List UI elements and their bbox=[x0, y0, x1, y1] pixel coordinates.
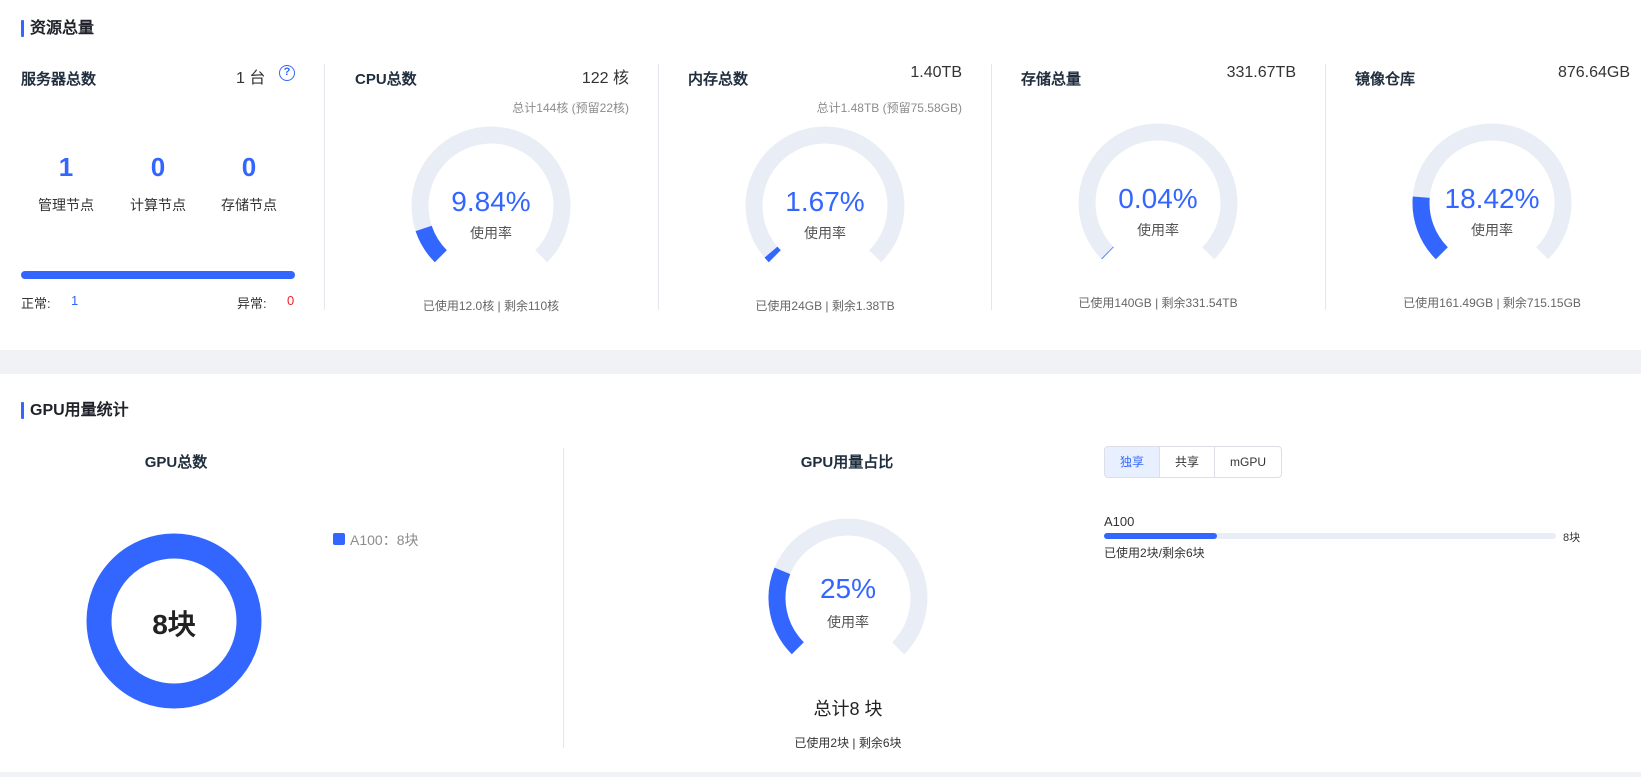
gpu-usage-total: 总计8 块 bbox=[813, 699, 883, 719]
cpu-gauge-percent: 9.84% bbox=[451, 186, 531, 217]
gpu-total-title: GPU总数 bbox=[144, 454, 208, 471]
server-health-fill bbox=[21, 271, 295, 279]
gauge-fill bbox=[764, 246, 781, 263]
node-label-manage: 管理节点 bbox=[38, 197, 94, 213]
abnormal-value: 0 bbox=[287, 293, 295, 308]
normal-label: 正常: bbox=[21, 296, 51, 311]
section-title-gpu: GPU用量统计 bbox=[21, 402, 129, 420]
storage-gauge-footer: 已使用140GB | 剩余331.54TB bbox=[1078, 296, 1238, 310]
legend-item-a100[interactable]: A100：8块 bbox=[350, 530, 418, 550]
storage-gauge-percent: 0.04% bbox=[1118, 183, 1198, 214]
gpu-usage-caption: 使用率 bbox=[827, 614, 869, 630]
memory-card-sub: 总计1.48TB (预留75.58GB) bbox=[816, 101, 962, 115]
cpu-card-sub: 总计144核 (预留22核) bbox=[512, 101, 629, 115]
registry-gauge-caption: 使用率 bbox=[1471, 222, 1513, 238]
gpu-bar-fill bbox=[1104, 533, 1217, 539]
divider bbox=[991, 64, 992, 310]
memory-gauge-percent: 1.67% bbox=[785, 186, 865, 217]
memory-gauge-footer: 已使用24GB | 剩余1.38TB bbox=[755, 299, 895, 313]
node-label-storage: 存储节点 bbox=[221, 197, 277, 213]
node-count-compute: 0 bbox=[150, 152, 166, 182]
help-icon[interactable]: ? bbox=[279, 65, 295, 81]
page-bottom-band bbox=[0, 772, 1641, 777]
node-count-manage: 1 bbox=[58, 152, 74, 182]
storage-card-total: 331.67TB bbox=[1226, 64, 1296, 81]
memory-card-title: 内存总数 bbox=[688, 71, 749, 88]
registry-card-title: 镜像仓库 bbox=[1355, 71, 1416, 88]
divider bbox=[563, 448, 564, 748]
server-total: 1 台 bbox=[236, 70, 266, 87]
legend-swatch bbox=[333, 533, 345, 545]
registry-gauge-footer: 已使用161.49GB | 剩余715.15GB bbox=[1403, 296, 1581, 310]
normal-value: 1 bbox=[71, 293, 79, 308]
tab-exclusive[interactable]: 独享 bbox=[1105, 447, 1160, 477]
memory-card-total: 1.40TB bbox=[910, 64, 962, 81]
section-separator bbox=[0, 350, 1641, 374]
gpu-bar-name: A100 bbox=[1104, 514, 1135, 529]
memory-gauge-caption: 使用率 bbox=[804, 225, 846, 241]
gpu-usage-footer: 已使用2块 | 剩余6块 bbox=[794, 736, 902, 750]
gpu-bar-track bbox=[1104, 533, 1556, 539]
gpu-bar-detail: 已使用2块/剩余6块 bbox=[1104, 546, 1205, 560]
cpu-gauge-caption: 使用率 bbox=[470, 225, 512, 241]
gpu-bar-total: 8块 bbox=[1563, 532, 1581, 544]
section-title-resources: 资源总量 bbox=[21, 20, 94, 38]
gauge-fill bbox=[1101, 246, 1114, 260]
tab-mgpu[interactable]: mGPU bbox=[1215, 447, 1281, 477]
divider bbox=[658, 64, 659, 310]
node-label-compute: 计算节点 bbox=[130, 197, 186, 213]
divider bbox=[324, 64, 325, 310]
tab-shared[interactable]: 共享 bbox=[1160, 447, 1215, 477]
gpu-usage-title: GPU用量占比 bbox=[800, 454, 894, 471]
registry-gauge-percent: 18.42% bbox=[1444, 183, 1540, 214]
storage-gauge-caption: 使用率 bbox=[1137, 222, 1179, 238]
server-card-title: 服务器总数 bbox=[21, 71, 97, 88]
gpu-usage-percent: 25% bbox=[819, 573, 877, 604]
divider bbox=[1325, 64, 1326, 310]
gpu-donut-center: 8块 bbox=[152, 609, 196, 640]
storage-card-title: 存储总量 bbox=[1021, 71, 1082, 88]
gpu-mode-tabs: 独享 共享 mGPU bbox=[1104, 446, 1282, 478]
node-count-storage: 0 bbox=[241, 152, 257, 182]
cpu-card-title: CPU总数 bbox=[355, 71, 417, 88]
server-health-bar bbox=[21, 271, 295, 279]
cpu-card-total: 122 核 bbox=[581, 70, 629, 87]
abnormal-label: 异常: bbox=[237, 296, 267, 311]
cpu-gauge-footer: 已使用12.0核 | 剩余110核 bbox=[422, 299, 560, 313]
registry-card-total: 876.64GB bbox=[1557, 64, 1630, 81]
